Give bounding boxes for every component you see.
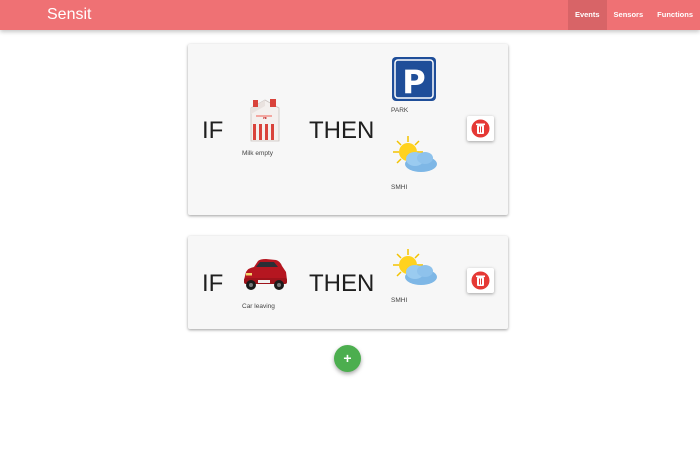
brand-title[interactable]: Sensit bbox=[47, 6, 91, 24]
red-car-icon bbox=[240, 258, 290, 297]
sun-cloud-weather-icon bbox=[391, 247, 439, 294]
then-keyword: THEN bbox=[309, 270, 375, 297]
delete-button[interactable] bbox=[467, 268, 494, 293]
nav-item-sensors[interactable]: Sensors bbox=[607, 0, 651, 30]
if-keyword: IF bbox=[202, 117, 224, 144]
sun-cloud-weather-icon bbox=[391, 134, 439, 181]
event-card: IF N Milk empty THEN P PARK SMHI bbox=[188, 44, 508, 215]
event-card: IF Car leaving THEN SMHI bbox=[188, 236, 508, 329]
top-navbar: Sensit Events Sensors Functions bbox=[0, 0, 700, 30]
then-keyword: THEN bbox=[309, 117, 375, 144]
trash-icon bbox=[471, 271, 490, 290]
trigger-label: Milk empty bbox=[242, 150, 274, 157]
trigger-label: Car leaving bbox=[242, 303, 275, 310]
nav-item-functions[interactable]: Functions bbox=[650, 0, 700, 30]
trash-icon bbox=[471, 119, 490, 138]
milk-carton-icon: N bbox=[248, 98, 282, 148]
delete-button[interactable] bbox=[467, 116, 494, 141]
nav-menu: Events Sensors Functions bbox=[567, 0, 700, 30]
add-event-button[interactable]: + bbox=[334, 345, 361, 372]
if-keyword: IF bbox=[202, 270, 224, 297]
parking-sign-icon: P bbox=[391, 56, 437, 107]
svg-text:P: P bbox=[402, 63, 425, 101]
nav-item-events[interactable]: Events bbox=[567, 0, 607, 30]
action-label: SMHI bbox=[391, 184, 408, 191]
action-label: SMHI bbox=[391, 297, 408, 304]
action-label: PARK bbox=[391, 107, 409, 114]
